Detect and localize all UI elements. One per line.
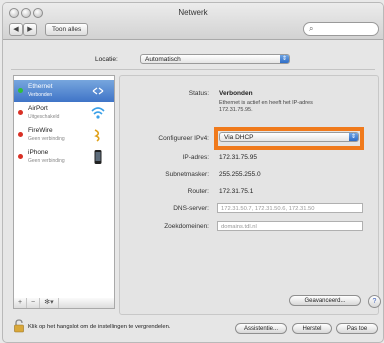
subnet-mask-label: Subnetmasker: [165,171,209,178]
show-all-button[interactable]: Toon alles [45,23,89,36]
iphone-icon [94,150,102,164]
service-name: Ethernet [28,83,53,90]
network-preferences-window: Netwerk ◀ ▶ Toon alles ⌕ Locatie: Automa… [2,2,384,343]
search-domains-field[interactable]: domains.tdl.nl [217,221,363,231]
advanced-button[interactable]: Geavanceerd... [289,295,361,306]
firewire-icon [94,129,100,142]
revert-button[interactable]: Herstel [292,323,332,334]
search-domains-label: Zoekdomeinen: [164,223,209,230]
add-service-button[interactable]: + [14,298,27,308]
location-label: Locatie: [95,56,118,63]
highlight-box [214,127,364,150]
service-name: iPhone [28,149,49,156]
subnet-mask-value: 255.255.255.0 [219,171,261,178]
search-field[interactable]: ⌕ [303,22,379,36]
dns-server-field[interactable]: 172.31.50.7, 172.31.50.6, 172.31.50 [217,203,363,213]
search-icon: ⌕ [309,24,314,33]
router-label: Router: [187,188,209,195]
status-label: Status: [188,90,209,97]
gear-menu-button[interactable]: ✻▾ [40,298,59,308]
ethernet-icon [92,87,104,95]
help-button[interactable]: ? [368,295,381,308]
status-value: Verbonden [219,90,253,97]
service-name: FireWire [28,127,53,134]
status-dot [18,88,23,93]
sidebar-item-airport[interactable]: AirPort Uitgeschakeld [14,102,114,124]
ip-address-value: 172.31.75.95 [219,154,257,161]
forward-button[interactable]: ▶ [23,23,37,36]
lock-icon[interactable] [13,319,25,333]
service-status: Uitgeschakeld [28,114,60,120]
router-value: 172.31.75.1 [219,188,254,195]
status-description: Ethernet is actief en heeft het IP-adres… [219,100,313,113]
remove-service-button[interactable]: − [27,298,40,308]
configure-ipv4-label: Configureer IPv4: [158,135,209,142]
location-value: Automatisch [145,56,181,63]
lock-instructions: Klik op het hangslot om de instellingen … [28,324,171,330]
chevron-updown-icon: ⇕ [280,55,289,63]
title-bar: Netwerk ◀ ▶ Toon alles ⌕ [3,3,383,40]
window-title: Netwerk [178,8,208,17]
dns-server-label: DNS-server: [173,205,209,212]
location-select[interactable]: Automatisch ⇕ [140,54,290,64]
apply-button[interactable]: Pas toe [336,323,378,334]
back-button[interactable]: ◀ [9,23,23,36]
divider [11,69,375,70]
service-name: AirPort [28,105,48,112]
service-status: Geen verbinding [28,136,65,142]
service-list: Ethernet Verbonden AirPort Uitgeschakeld… [13,75,115,299]
status-dot [18,110,23,115]
ip-address-label: IP-adres: [182,154,209,161]
service-status: Verbonden [28,92,53,98]
sidebar-item-firewire[interactable]: FireWire Geen verbinding [14,124,114,146]
wifi-icon [91,107,105,119]
service-status: Geen verbinding [28,158,65,164]
status-dot [18,132,23,137]
assistant-button[interactable]: Assistentie... [235,323,287,334]
sidebar-item-iphone[interactable]: iPhone Geen verbinding [14,146,114,168]
status-dot [18,154,23,159]
service-list-toolbar: + − ✻▾ [13,298,115,309]
sidebar-item-ethernet[interactable]: Ethernet Verbonden [14,80,114,102]
